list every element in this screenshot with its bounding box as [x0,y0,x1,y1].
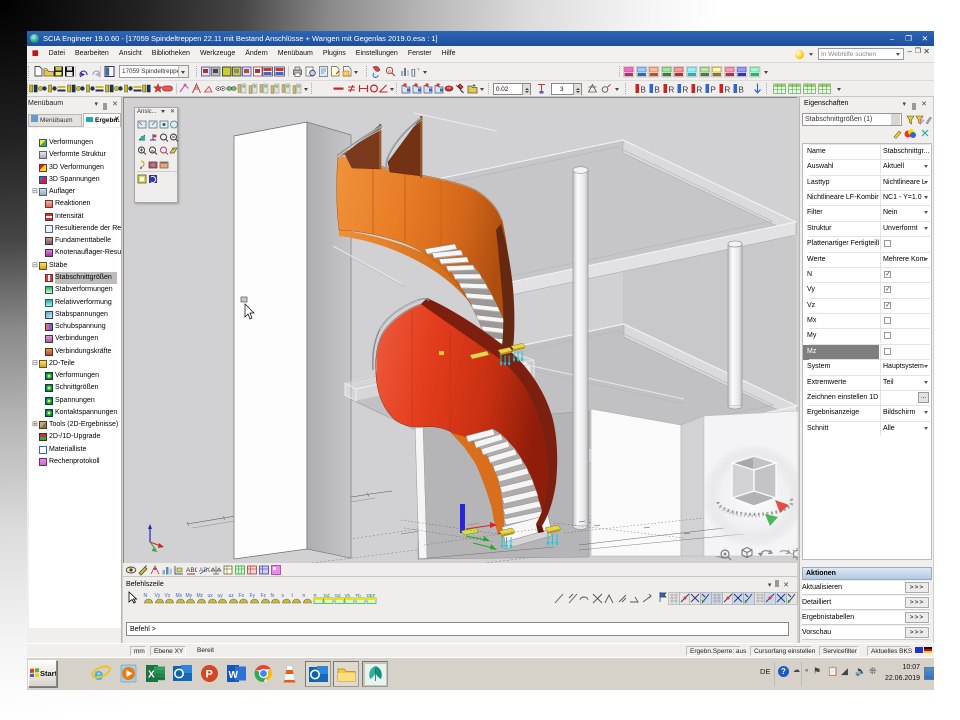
svg-text:R: R [725,86,731,95]
svg-text:uz: uz [228,593,234,599]
svg-text:?: ? [417,67,420,72]
svg-text:uy: uy [218,593,224,599]
svg-text:B: B [739,86,744,95]
svg-text:R: R [313,593,317,598]
svg-text:R: R [683,86,689,95]
svg-text:Mz: Mz [197,593,204,599]
svg-text:N: N [144,593,148,599]
svg-text:Fy: Fy [250,593,256,599]
svg-text:t: t [292,593,294,599]
svg-text:w: w [151,148,154,153]
svg-text:Vz: Vz [165,593,171,599]
svg-text:Gd: Gd [324,593,331,598]
svg-text:fx: fx [271,593,275,599]
svg-text:R: R [669,86,675,95]
svg-text:P: P [711,86,716,95]
svg-text:Fz: Fz [260,593,266,599]
svg-text:Vb: Vb [345,593,351,598]
svg-text:n: n [303,593,306,599]
svg-text:s: s [281,593,284,599]
svg-text:a: a [388,69,391,75]
svg-text:Mx: Mx [175,593,182,599]
svg-text:ux: ux [207,593,213,599]
svg-text:DEF: DEF [366,593,375,598]
svg-text:[]: [] [411,67,416,77]
svg-text:Gd: Gd [334,593,341,598]
svg-text:Fb: Fb [356,593,362,598]
svg-text:P: P [206,669,213,681]
svg-text:X: X [148,670,155,681]
svg-text:R: R [697,86,703,95]
svg-text:ABC: ABC [186,567,197,574]
svg-text:Fx: Fx [239,593,245,599]
svg-text:B: B [641,86,646,95]
svg-text:Vy: Vy [154,593,160,599]
svg-text:B: B [655,86,660,95]
svg-text:My: My [186,593,193,599]
svg-text:W: W [229,670,239,681]
